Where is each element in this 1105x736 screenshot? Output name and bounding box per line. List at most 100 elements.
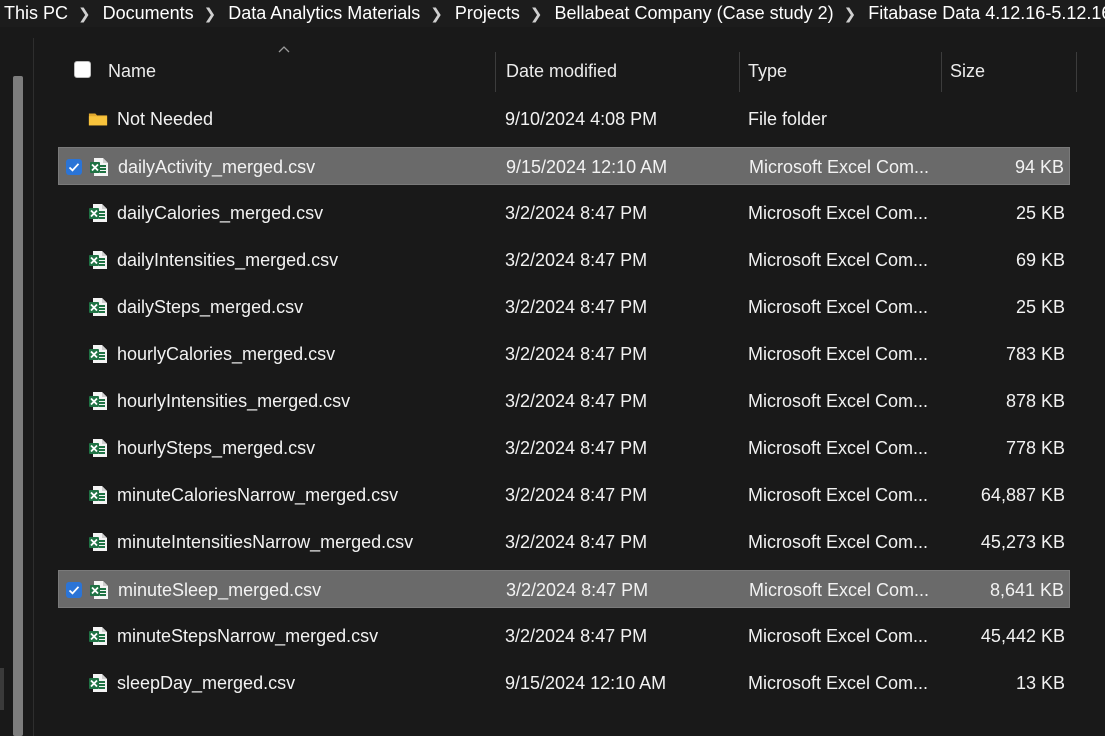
file-name: dailySteps_merged.csv — [117, 297, 304, 317]
file-name: dailyActivity_merged.csv — [118, 157, 316, 177]
file-date-modified: 3/2/2024 8:47 PM — [505, 485, 648, 505]
file-date-modified: 3/2/2024 8:47 PM — [505, 203, 648, 223]
excel-icon — [88, 203, 108, 223]
file-name: minuteSleep_merged.csv — [118, 580, 322, 600]
excel-icon — [88, 344, 108, 364]
pane-divider[interactable] — [33, 38, 34, 736]
file-size: 94 KB — [1014, 157, 1064, 177]
excel-icon — [88, 626, 108, 646]
file-row[interactable]: minuteStepsNarrow_merged.csv 3/2/2024 8:4… — [58, 617, 1070, 655]
breadcrumb-data-analytics-materials[interactable]: Data Analytics Materials — [224, 3, 424, 24]
excel-icon — [88, 532, 108, 552]
row-checkbox[interactable] — [66, 582, 82, 598]
file-row[interactable]: sleepDay_merged.csv 9/15/2024 12:10 AM Mic… — [58, 664, 1070, 702]
file-type: Microsoft Excel Com... — [748, 626, 929, 646]
file-date-modified: 3/2/2024 8:47 PM — [505, 532, 648, 552]
file-row[interactable]: dailyIntensities_merged.csv 3/2/2024 8:47… — [58, 241, 1070, 279]
file-date-modified: 3/2/2024 8:47 PM — [506, 580, 649, 600]
excel-icon — [88, 673, 108, 693]
file-name: dailyIntensities_merged.csv — [117, 250, 339, 270]
file-type: Microsoft Excel Com... — [748, 250, 929, 270]
chevron-right-icon[interactable]: ❯ — [838, 5, 865, 23]
column-header-size[interactable]: Size — [950, 50, 1074, 92]
breadcrumb-this-pc[interactable]: This PC — [0, 3, 72, 24]
file-type: Microsoft Excel Com... — [748, 344, 929, 364]
chevron-right-icon[interactable]: ❯ — [424, 5, 451, 23]
breadcrumb-projects[interactable]: Projects — [451, 3, 524, 24]
column-divider[interactable] — [941, 52, 942, 92]
file-type: Microsoft Excel Com... — [748, 438, 929, 458]
file-size: 45,273 KB — [980, 532, 1065, 552]
column-divider[interactable] — [1076, 52, 1077, 92]
file-size: 8,641 KB — [989, 580, 1064, 600]
excel-icon — [89, 580, 109, 600]
excel-icon — [89, 157, 109, 177]
chevron-right-icon[interactable]: ❯ — [198, 5, 225, 23]
file-row[interactable]: hourlyCalories_merged.csv 3/2/2024 8:47 P… — [58, 335, 1070, 373]
file-type: Microsoft Excel Com... — [749, 580, 930, 600]
file-date-modified: 3/2/2024 8:47 PM — [505, 626, 648, 646]
file-date-modified: 9/15/2024 12:10 AM — [505, 673, 667, 693]
file-name: minuteCaloriesNarrow_merged.csv — [117, 485, 399, 505]
excel-icon — [88, 438, 108, 458]
file-type: Microsoft Excel Com... — [748, 532, 929, 552]
chevron-right-icon[interactable]: ❯ — [524, 5, 551, 23]
file-row[interactable]: hourlyIntensities_merged.csv 3/2/2024 8:4… — [58, 382, 1070, 420]
file-date-modified: 3/2/2024 8:47 PM — [505, 297, 648, 317]
navigation-pane-edge — [0, 668, 4, 710]
file-row[interactable]: minuteIntensitiesNarrow_merged.csv 3/2/20… — [58, 523, 1070, 561]
file-size: 25 KB — [1015, 203, 1065, 223]
checkmark-icon — [66, 159, 82, 175]
breadcrumb-fitabase-data[interactable]: Fitabase Data 4.12.16-5.12.16 — [864, 3, 1105, 24]
column-header-name[interactable]: Name — [108, 50, 494, 92]
file-name: hourlySteps_merged.csv — [117, 438, 316, 458]
excel-icon — [88, 485, 108, 505]
column-divider[interactable] — [739, 52, 740, 92]
excel-icon — [88, 391, 108, 411]
row-checkbox[interactable] — [66, 159, 82, 175]
folder-row[interactable]: Not Needed 9/10/2024 4:08 PM File folder — [58, 100, 1070, 138]
select-all-checkbox[interactable] — [74, 61, 91, 78]
file-size: 64,887 KB — [980, 485, 1065, 505]
file-row[interactable]: hourlySteps_merged.csv 3/2/2024 8:47 PM Mi… — [58, 429, 1070, 467]
column-header-type[interactable]: Type — [748, 50, 940, 92]
file-row[interactable]: dailyActivity_merged.csv 9/15/2024 12:10 … — [58, 147, 1070, 185]
file-name: sleepDay_merged.csv — [117, 673, 296, 693]
file-date-modified: 9/10/2024 4:08 PM — [505, 109, 658, 129]
file-type: Microsoft Excel Com... — [748, 485, 929, 505]
file-name: hourlyCalories_merged.csv — [117, 344, 336, 364]
file-row[interactable]: minuteCaloriesNarrow_merged.csv 3/2/2024 … — [58, 476, 1070, 514]
column-header-row: Name Date modified Type Size — [60, 50, 1078, 92]
file-size: 25 KB — [1015, 297, 1065, 317]
chevron-right-icon[interactable]: ❯ — [72, 5, 99, 23]
file-type: Microsoft Excel Com... — [748, 297, 929, 317]
file-date-modified: 3/2/2024 8:47 PM — [505, 438, 648, 458]
file-type: File folder — [748, 109, 828, 129]
file-size: 45,442 KB — [980, 626, 1065, 646]
file-row[interactable]: minuteSleep_merged.csv 3/2/2024 8:47 PM Mi… — [58, 570, 1070, 608]
file-type: Microsoft Excel Com... — [748, 391, 929, 411]
file-size: 783 KB — [1005, 344, 1065, 364]
file-type: Microsoft Excel Com... — [748, 673, 929, 693]
file-name: hourlyIntensities_merged.csv — [117, 391, 351, 411]
file-size: 878 KB — [1005, 391, 1065, 411]
breadcrumb-bellabeat-company[interactable]: Bellabeat Company (Case study 2) — [550, 3, 837, 24]
breadcrumb-documents[interactable]: Documents — [99, 3, 198, 24]
navigation-pane-scrollbar[interactable] — [13, 76, 23, 736]
file-type: Microsoft Excel Com... — [748, 203, 929, 223]
file-date-modified: 9/15/2024 12:10 AM — [506, 157, 668, 177]
file-size: 778 KB — [1005, 438, 1065, 458]
file-row[interactable]: dailySteps_merged.csv 3/2/2024 8:47 PM Mic… — [58, 288, 1070, 326]
file-name: Not Needed — [117, 109, 214, 129]
excel-icon — [88, 250, 108, 270]
column-header-date-modified[interactable]: Date modified — [506, 50, 738, 92]
file-size: 13 KB — [1015, 673, 1065, 693]
file-row[interactable]: dailyCalories_merged.csv 3/2/2024 8:47 PM… — [58, 194, 1070, 232]
file-name: dailyCalories_merged.csv — [117, 203, 324, 223]
folder-icon — [88, 109, 108, 129]
breadcrumb: This PC ❯ Documents ❯ Data Analytics Mat… — [0, 0, 1105, 27]
file-date-modified: 3/2/2024 8:47 PM — [505, 250, 648, 270]
file-size: 69 KB — [1015, 250, 1065, 270]
column-divider[interactable] — [495, 52, 496, 92]
file-type: Microsoft Excel Com... — [749, 157, 930, 177]
